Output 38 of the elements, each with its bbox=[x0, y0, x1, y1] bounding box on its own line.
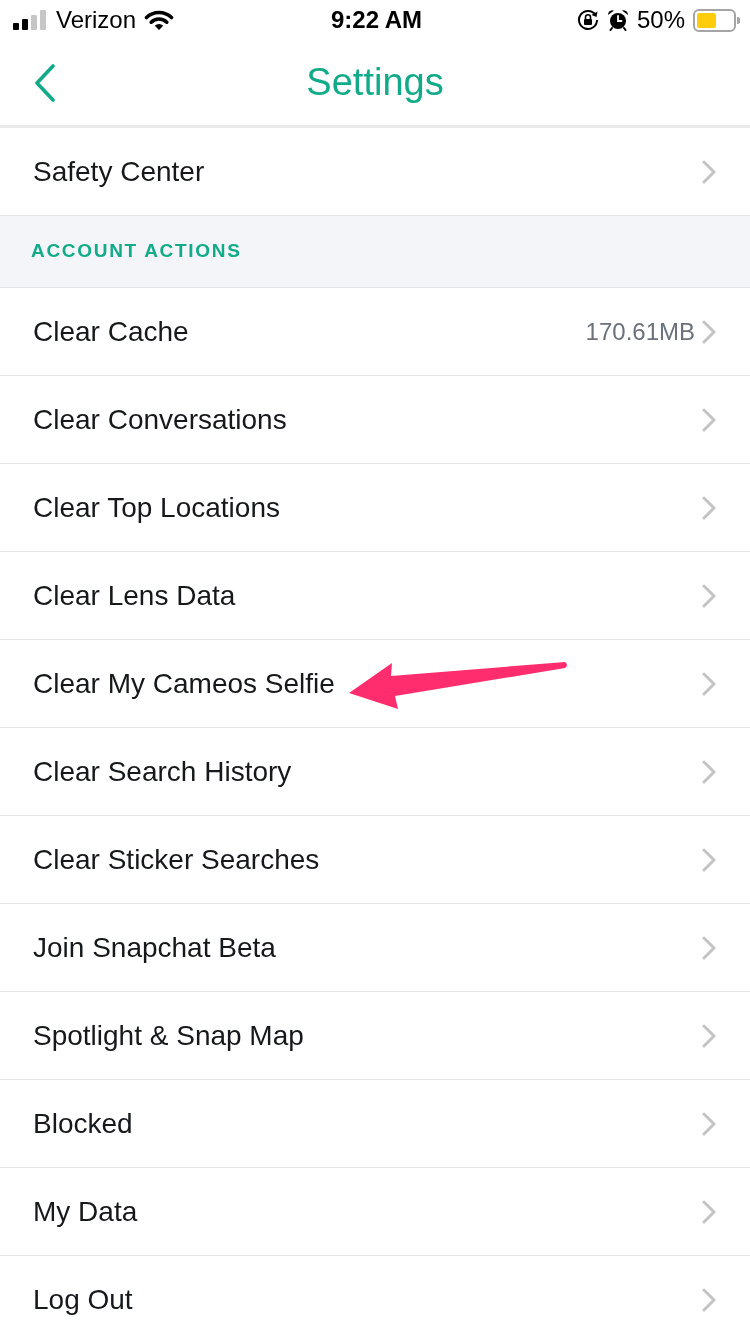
chevron-right-icon bbox=[702, 671, 716, 696]
rotation-lock-icon bbox=[576, 9, 599, 31]
wifi-icon bbox=[144, 9, 175, 31]
chevron-right-icon bbox=[702, 583, 716, 608]
chevron-right-icon bbox=[702, 159, 716, 184]
settings-row[interactable]: Blocked bbox=[0, 1080, 750, 1168]
section-header: ACCOUNT ACTIONS bbox=[0, 216, 750, 288]
settings-row[interactable]: Clear Search History bbox=[0, 728, 750, 816]
chevron-right-icon bbox=[702, 1199, 716, 1224]
back-button[interactable] bbox=[34, 63, 56, 102]
chevron-right-icon bbox=[702, 1111, 716, 1136]
settings-row[interactable]: Clear Top Locations bbox=[0, 464, 750, 552]
settings-row[interactable]: Clear Sticker Searches bbox=[0, 816, 750, 904]
settings-row[interactable]: Spotlight & Snap Map bbox=[0, 992, 750, 1080]
chevron-right-icon bbox=[702, 319, 716, 344]
chevron-right-icon bbox=[702, 759, 716, 784]
battery-percentage: 50% bbox=[636, 5, 685, 35]
settings-row[interactable]: Log Out bbox=[0, 1256, 750, 1334]
settings-row[interactable]: Join Snapchat Beta bbox=[0, 904, 750, 992]
chevron-right-icon bbox=[702, 847, 716, 872]
status-time: 9:22 AM bbox=[330, 5, 423, 35]
settings-row[interactable]: Clear Cache 170.61MB bbox=[0, 288, 750, 376]
settings-row[interactable]: My Data bbox=[0, 1168, 750, 1256]
carrier-name: Verizon bbox=[56, 5, 137, 35]
cache-size: 170.61MB bbox=[585, 316, 695, 347]
alarm-clock-icon bbox=[606, 9, 629, 31]
settings-row[interactable]: Clear Conversations bbox=[0, 376, 750, 464]
chevron-left-icon bbox=[34, 63, 56, 102]
signal-icon bbox=[13, 10, 46, 30]
chevron-right-icon bbox=[702, 1023, 716, 1048]
chevron-right-icon bbox=[702, 495, 716, 520]
chevron-right-icon bbox=[702, 407, 716, 432]
screen-title: Settings bbox=[306, 59, 444, 105]
settings-row[interactable]: Clear Lens Data bbox=[0, 552, 750, 640]
chevron-right-icon bbox=[702, 935, 716, 960]
chevron-right-icon bbox=[702, 1287, 716, 1312]
battery-icon bbox=[693, 8, 740, 32]
settings-row[interactable]: Clear My Cameos Selfie bbox=[0, 640, 750, 728]
